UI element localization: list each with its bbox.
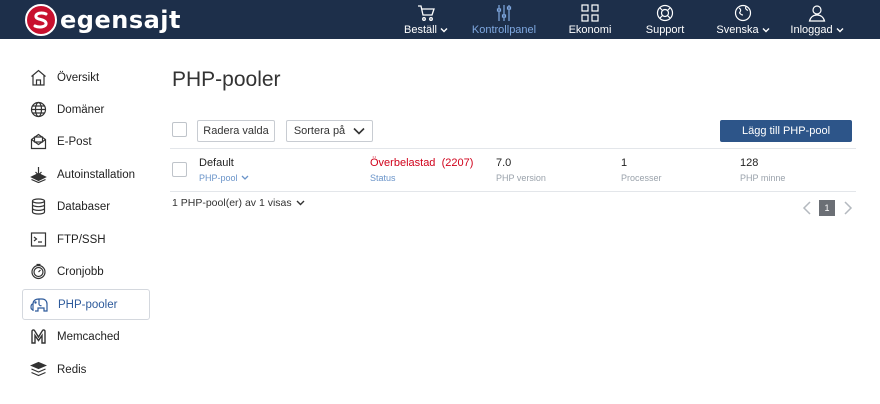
- pool-type-dropdown[interactable]: PHP-pool: [199, 173, 249, 183]
- nav-economy[interactable]: Ekonomi: [565, 0, 615, 39]
- logo-mark-icon: [25, 4, 57, 36]
- chevron-down-icon: [440, 28, 448, 33]
- delete-selected-button[interactable]: Radera valda: [197, 120, 275, 142]
- sidebar-item-label: Domäner: [57, 103, 105, 116]
- chevron-down-icon: [353, 127, 365, 135]
- nav-order-label: Beställ: [403, 24, 438, 36]
- home-icon: [28, 68, 48, 88]
- nav-account-label: Inloggad: [790, 24, 833, 36]
- chevron-down-icon: [836, 28, 844, 33]
- sort-label: Sortera på: [293, 125, 346, 137]
- add-php-pool-button[interactable]: Lägg till PHP-pool: [720, 120, 852, 142]
- brand-logo[interactable]: egensajt: [25, 4, 181, 36]
- results-summary-text: 1 PHP-pool(er) av 1 visas: [172, 197, 292, 209]
- sidebar-item-autoinstall[interactable]: Autoinstallation: [22, 159, 150, 190]
- nav-support-label: Support: [645, 24, 685, 36]
- add-php-pool-label: Lägg till PHP-pool: [741, 125, 831, 137]
- terminal-icon: [28, 230, 48, 250]
- sidebar-item-label: Cronjobb: [57, 265, 104, 278]
- divider: [170, 148, 856, 149]
- php-memory-label: PHP minne: [740, 173, 786, 183]
- row-checkbox[interactable]: [172, 162, 187, 177]
- pool-name[interactable]: Default: [199, 157, 234, 169]
- chevron-down-icon: [762, 28, 770, 33]
- sidebar-item-label: Redis: [57, 363, 87, 376]
- sidebar-item-label: FTP/SSH: [57, 233, 106, 246]
- php-memory-value: 128: [740, 157, 759, 169]
- sidebar-item-overview[interactable]: Översikt: [22, 62, 150, 93]
- sidebar-item-ftp-ssh[interactable]: FTP/SSH: [22, 224, 150, 255]
- top-navbar: egensajt Beställ Kontrollpanel Ekonomi S…: [0, 0, 880, 39]
- lifebuoy-icon: [654, 3, 676, 23]
- results-summary[interactable]: 1 PHP-pool(er) av 1 visas: [172, 197, 305, 209]
- nav-controlpanel[interactable]: Kontrollpanel: [468, 0, 540, 39]
- sidebar-item-label: Databaser: [57, 200, 111, 213]
- sort-dropdown[interactable]: Sortera på: [286, 120, 373, 142]
- sidebar-item-php-pools[interactable]: PHP-pooler: [22, 289, 150, 320]
- page-number-current[interactable]: 1: [819, 200, 835, 216]
- chevron-down-icon: [241, 175, 248, 180]
- pool-type-label: PHP-pool: [199, 173, 238, 183]
- sidebar-item-label: Memcached: [57, 330, 120, 343]
- nav-economy-label: Ekonomi: [568, 24, 612, 36]
- grid-icon: [579, 3, 601, 23]
- chevron-down-icon: [296, 200, 305, 206]
- status-value: Överbelastad (2207): [370, 157, 473, 169]
- status-text: Överbelastad: [370, 157, 436, 169]
- nav-language-label: Svenska: [716, 24, 759, 36]
- sidebar-item-label: Översikt: [57, 71, 100, 84]
- delete-selected-label: Radera valda: [203, 125, 269, 137]
- php-version-value: 7.0: [496, 157, 512, 169]
- select-all-checkbox[interactable]: [172, 122, 187, 137]
- brand-name: egensajt: [60, 6, 181, 34]
- nav-support[interactable]: Support: [641, 0, 689, 39]
- sliders-icon: [493, 3, 515, 23]
- elephant-icon: [29, 295, 49, 315]
- sidebar-item-label: E-Post: [57, 135, 92, 148]
- chevron-left-icon[interactable]: [802, 201, 812, 215]
- cart-icon: [415, 3, 437, 23]
- page-title: PHP-pooler: [172, 68, 281, 91]
- nav-account[interactable]: Inloggad: [789, 0, 845, 39]
- user-icon: [806, 3, 828, 23]
- install-icon: [28, 165, 48, 185]
- nav-order[interactable]: Beställ: [400, 0, 452, 39]
- sidebar-item-databases[interactable]: Databaser: [22, 191, 150, 222]
- sidebar-item-cronjobs[interactable]: Cronjobb: [22, 256, 150, 287]
- php-version-label: PHP version: [496, 173, 546, 183]
- globe-icon: [28, 100, 48, 120]
- memcached-icon: [28, 327, 48, 347]
- sidebar-item-label: Autoinstallation: [57, 168, 135, 181]
- sidebar-item-domains[interactable]: Domäner: [22, 94, 150, 125]
- processes-value: 1: [621, 157, 628, 169]
- chevron-right-icon[interactable]: [843, 201, 853, 215]
- globe-icon: [732, 3, 754, 23]
- clock-icon: [28, 262, 48, 282]
- database-icon: [28, 197, 48, 217]
- divider: [170, 191, 856, 192]
- nav-language[interactable]: Svenska: [715, 0, 771, 39]
- sidebar-item-memcached[interactable]: Memcached: [22, 321, 150, 352]
- sidebar-item-email[interactable]: E-Post: [22, 126, 150, 157]
- sidebar-item-redis[interactable]: Redis: [22, 354, 150, 385]
- status-count: (2207): [441, 157, 474, 169]
- sidebar-item-label: PHP-pooler: [58, 298, 118, 311]
- processes-label: Processer: [621, 173, 662, 183]
- nav-controlpanel-label: Kontrollpanel: [471, 24, 537, 36]
- mail-icon: [28, 132, 48, 152]
- status-label: Status: [370, 173, 396, 183]
- redis-icon: [28, 360, 48, 380]
